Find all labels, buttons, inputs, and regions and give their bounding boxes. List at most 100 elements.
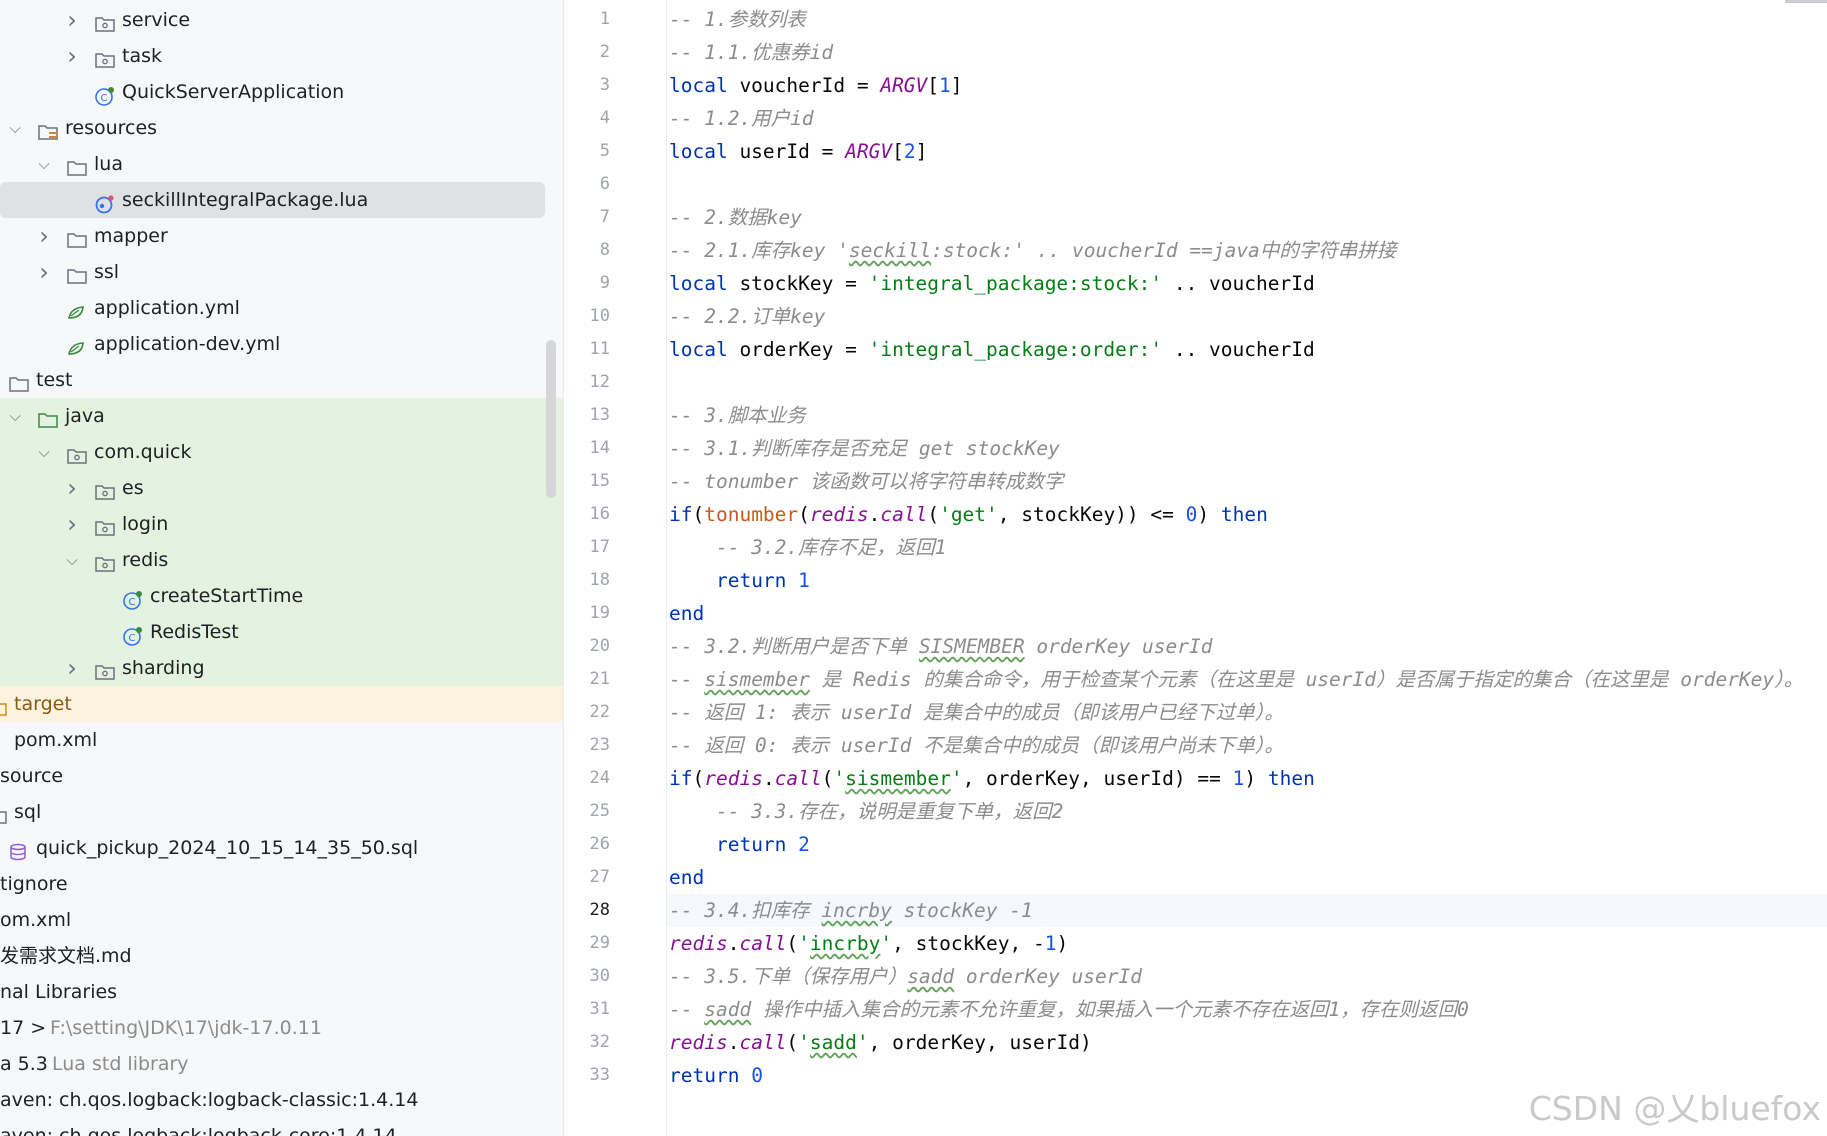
chevron-right-icon[interactable]: › <box>64 506 80 542</box>
tree-item[interactable]: ⌵ lua <box>0 146 563 182</box>
code-token: call <box>774 767 822 790</box>
tree-item[interactable]: nal Libraries <box>0 974 563 1010</box>
code-token: ( <box>821 767 834 790</box>
code-token: -- <box>669 998 705 1021</box>
code-line[interactable]: return 1 <box>669 564 810 597</box>
code-line[interactable]: -- 3.1.判断库存是否充足 get stockKey <box>669 432 1060 465</box>
code-line[interactable]: -- 3.3.存在，说明是重复下单，返回2 <box>669 795 1063 828</box>
code-line[interactable]: -- 3.脚本业务 <box>669 399 806 432</box>
tree-item[interactable]: ⌵ com.quick <box>0 434 563 470</box>
tree-item[interactable]: › ssl <box>0 254 563 290</box>
code-token: ' <box>856 1031 869 1054</box>
code-line[interactable]: -- 2.数据key <box>669 201 802 234</box>
tree-item[interactable]: target <box>0 686 563 722</box>
tree-item[interactable]: test <box>0 362 563 398</box>
tree-item-label: service <box>122 9 191 31</box>
tree-item[interactable]: aven: ch.qos.logback:logback-core:1.4.14 <box>0 1118 563 1136</box>
line-number: 5 <box>599 141 610 161</box>
code-line[interactable]: -- 3.2.判断用户是否下单 SISMEMBER orderKey userI… <box>669 630 1212 663</box>
tree-item-label: pom.xml <box>14 729 98 751</box>
code-line[interactable]: end <box>669 861 704 894</box>
code-line[interactable]: -- 3.5.下单（保存用户）sadd orderKey userId <box>669 960 1142 993</box>
code-line[interactable]: -- 返回 1: 表示 userId 是集合中的成员（即该用户已经下过单）。 <box>669 696 1284 729</box>
code-line[interactable]: return 2 <box>669 828 810 861</box>
line-number: 17 <box>589 537 610 557</box>
tree-item[interactable]: aven: ch.qos.logback:logback-classic:1.4… <box>0 1082 563 1118</box>
tree-item[interactable]: tignore <box>0 866 563 902</box>
tree-item[interactable]: application-dev.yml <box>0 326 563 362</box>
code-line[interactable]: local stockKey = 'integral_package:stock… <box>669 267 1315 300</box>
tree-item[interactable]: CcreateStartTime <box>0 578 563 614</box>
chevron-right-icon[interactable]: › <box>36 218 52 254</box>
code-line[interactable]: -- 2.2.订单key <box>669 300 825 333</box>
editor-scroll-marker[interactable] <box>1785 0 1827 3</box>
tree-item[interactable]: 发需求文档.md <box>0 938 563 974</box>
code-line[interactable]: local voucherId = ARGV[1] <box>669 69 963 102</box>
tree-item[interactable]: › login <box>0 506 563 542</box>
chevron-down-icon[interactable]: ⌵ <box>36 434 52 470</box>
chevron-right-icon[interactable]: › <box>64 650 80 686</box>
tree-item[interactable]: ⌵ redis <box>0 542 563 578</box>
code-line[interactable]: if(tonumber(redis.call('get', stockKey))… <box>669 498 1268 531</box>
chevron-right-icon[interactable]: › <box>36 254 52 290</box>
tree-item[interactable]: ⌵ java <box>0 398 563 434</box>
code-token: ] <box>915 140 928 163</box>
chevron-down-icon[interactable]: ⌵ <box>64 542 80 578</box>
code-token: -- 1.1.优惠券id <box>669 41 834 64</box>
code-token: -- 3.4.扣库存 <box>669 899 822 922</box>
tree-item[interactable]: seckillIntegralPackage.lua <box>0 182 545 218</box>
tree-item-label: quick_pickup_2024_10_15_14_35_50.sql <box>36 837 419 859</box>
code-line[interactable]: if(redis.call('sismember', orderKey, use… <box>669 762 1315 795</box>
chevron-right-icon[interactable]: › <box>64 470 80 506</box>
code-line[interactable]: redis.call('incrby', stockKey, -1) <box>669 927 1068 960</box>
code-token: 0 <box>1185 503 1198 526</box>
tree-item-label: source <box>0 765 64 787</box>
code-line[interactable]: end <box>669 597 704 630</box>
code-line[interactable]: local userId = ARGV[2] <box>669 135 927 168</box>
code-line[interactable]: -- 1.1.优惠券id <box>669 36 833 69</box>
tree-item[interactable]: › es <box>0 470 563 506</box>
code-line[interactable]: -- sismember 是 Redis 的集合命令，用于检查某个元素（在这里是… <box>669 663 1803 696</box>
tree-item[interactable]: sql <box>0 794 563 830</box>
chevron-down-icon[interactable]: ⌵ <box>7 398 23 434</box>
tree-item[interactable]: ) pom.xml <box>0 722 563 758</box>
line-number: 15 <box>589 471 610 491</box>
code-line[interactable]: redis.call('sadd', orderKey, userId) <box>669 1026 1092 1059</box>
chevron-down-icon[interactable]: ⌵ <box>36 146 52 182</box>
tree-item[interactable]: quick_pickup_2024_10_15_14_35_50.sql <box>0 830 563 866</box>
code-line[interactable]: -- 2.1.库存key 'seckill:stock:' .. voucher… <box>669 234 1396 267</box>
code-line[interactable]: -- sadd 操作中插入集合的元素不允许重复，如果插入一个元素不存在返回1，存… <box>669 993 1469 1026</box>
code-line[interactable]: -- 3.2.库存不足，返回1 <box>669 531 946 564</box>
code-token: -- 1.2.用户id <box>669 107 814 130</box>
chevron-right-icon[interactable]: › <box>64 38 80 74</box>
tree-item[interactable]: › sharding <box>0 650 563 686</box>
tree-item[interactable]: C RedisTest <box>0 614 563 650</box>
line-number: 22 <box>589 702 610 722</box>
tree-item[interactable]: › task <box>0 38 563 74</box>
code-line[interactable]: -- tonumber 该函数可以将字符串转成数字 <box>669 465 1063 498</box>
code-line[interactable]: -- 3.4.扣库存 incrby stockKey -1 <box>669 894 1033 927</box>
yaml-file-icon <box>66 298 88 319</box>
tree-item[interactable]: om.xml <box>0 902 563 938</box>
code-line[interactable]: local orderKey = 'integral_package:order… <box>669 333 1315 366</box>
code-line[interactable]: -- 返回 0: 表示 userId 不是集合中的成员（即该用户尚未下单）。 <box>669 729 1284 762</box>
tree-item[interactable]: source <box>0 758 563 794</box>
chevron-right-icon[interactable]: › <box>64 2 80 38</box>
code-line[interactable]: return 0 <box>669 1059 763 1092</box>
tree-item[interactable]: C QuickServerApplication <box>0 74 563 110</box>
code-editor[interactable]: 1 2 3 4 5 6 7 8 9 10 11 12 13 14 15 16 17 18 19 20 21 22 23 24 2… <box>564 0 1827 1136</box>
tree-scrollbar[interactable] <box>546 340 556 498</box>
code-token: local <box>669 74 728 97</box>
lua-file-icon <box>94 190 116 214</box>
tree-item[interactable]: 17 > F:\setting\JDK\17\jdk-17.0.11 <box>0 1010 563 1046</box>
tree-item[interactable]: a 5.3 Lua std library <box>0 1046 563 1082</box>
tree-item[interactable]: ⌵ resources <box>0 110 563 146</box>
tree-item[interactable]: application.yml <box>0 290 563 326</box>
line-number: 7 <box>599 207 610 227</box>
code-line[interactable]: -- 1.参数列表 <box>669 3 806 36</box>
code-line[interactable]: -- 1.2.用户id <box>669 102 814 135</box>
tree-item[interactable]: › service <box>0 2 563 38</box>
chevron-down-icon[interactable]: ⌵ <box>7 110 23 146</box>
tree-item[interactable]: › mapper <box>0 218 563 254</box>
code-token: redis <box>669 1031 728 1054</box>
